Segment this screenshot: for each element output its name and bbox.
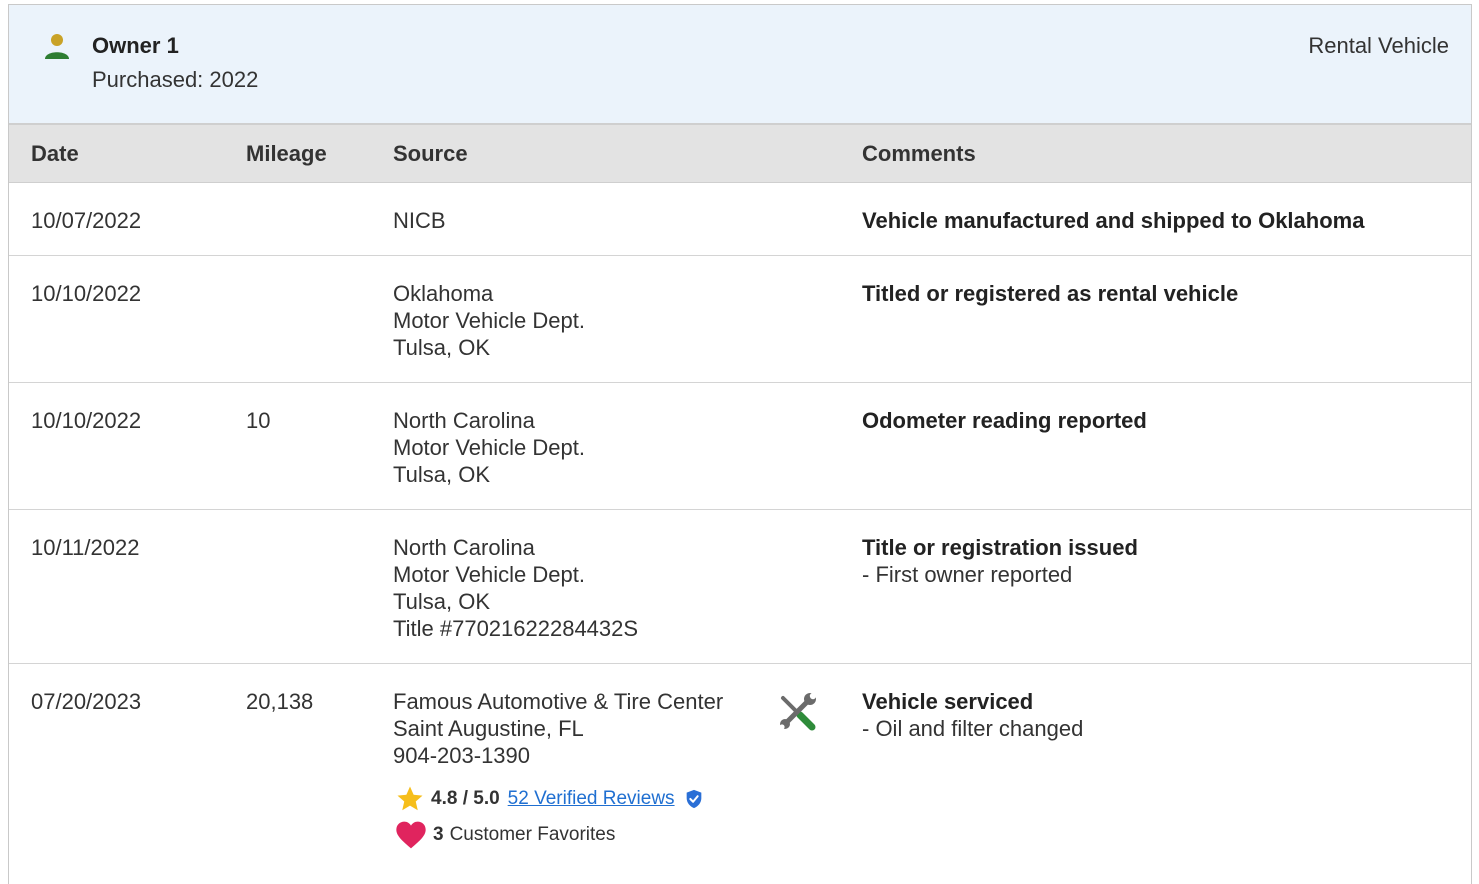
person-icon: [45, 34, 69, 59]
comment-title: Vehicle manufactured and shipped to Okla…: [862, 208, 1365, 233]
cell-comments: Vehicle manufactured and shipped to Okla…: [862, 207, 1364, 234]
source-line: North Carolina: [393, 408, 535, 433]
source-line: North Carolina: [393, 535, 535, 560]
table-row: 10/10/2022 Oklahoma Motor Vehicle Dept. …: [9, 256, 1471, 383]
cell-comments: Title or registration issued - First own…: [862, 534, 1138, 588]
source-line: Title #77021622284432S: [393, 616, 639, 641]
cell-mileage: 10: [246, 408, 271, 433]
favorites-count: 3: [433, 824, 444, 845]
comment-detail: - Oil and filter changed: [862, 716, 1084, 741]
source-line: Tulsa, OK: [393, 462, 490, 487]
comment-detail: - First owner reported: [862, 562, 1073, 587]
source-line: Motor Vehicle Dept.: [393, 435, 585, 460]
source-line: Tulsa, OK: [393, 335, 490, 360]
cell-source: NICB: [393, 207, 446, 234]
rating-value: 4.8 / 5.0: [431, 788, 500, 809]
table-row: 10/07/2022 NICB Vehicle manufactured and…: [9, 183, 1471, 256]
shop-rating: 4.8 / 5.0 52 Verified Reviews: [395, 784, 705, 814]
customer-favorites: 3 Customer Favorites: [395, 820, 615, 850]
cell-mileage: 20,138: [246, 689, 314, 714]
cell-comments: Vehicle serviced - Oil and filter change…: [862, 688, 1083, 742]
column-header-source: Source: [393, 141, 468, 166]
cell-comments: Titled or registered as rental vehicle: [862, 280, 1238, 307]
comment-title: Odometer reading reported: [862, 408, 1147, 433]
cell-date: 10/10/2022: [31, 281, 142, 306]
table-header: Date Mileage Source Comments: [9, 125, 1471, 183]
cell-date: 10/07/2022: [31, 208, 142, 233]
cell-date: 10/10/2022: [31, 408, 142, 433]
comment-title: Vehicle serviced: [862, 689, 1034, 714]
table-row: 07/20/2023 20,138 Famous Automotive & Ti…: [9, 664, 1471, 884]
source-line: Motor Vehicle Dept.: [393, 308, 585, 333]
cell-date: 07/20/2023: [31, 689, 142, 714]
column-header-mileage: Mileage: [246, 141, 327, 166]
verified-reviews-link[interactable]: 52 Verified Reviews: [508, 788, 675, 810]
source-line: NICB: [393, 208, 446, 233]
owner-history-card: Owner 1 Purchased: 2022 Rental Vehicle D…: [8, 4, 1472, 884]
cell-source: Oklahoma Motor Vehicle Dept. Tulsa, OK: [393, 280, 585, 361]
table-row: 10/10/2022 10 North Carolina Motor Vehic…: [9, 383, 1471, 510]
favorites-label: Customer Favorites: [449, 824, 616, 845]
comment-title: Titled or registered as rental vehicle: [862, 281, 1239, 306]
column-header-date: Date: [31, 141, 79, 166]
source-line: Motor Vehicle Dept.: [393, 562, 585, 587]
cell-source: North Carolina Motor Vehicle Dept. Tulsa…: [393, 534, 638, 642]
source-line: Famous Automotive & Tire Center: [393, 689, 724, 714]
owner-header: Owner 1 Purchased: 2022 Rental Vehicle: [9, 5, 1471, 125]
heart-icon: [396, 821, 426, 849]
cell-date: 10/11/2022: [31, 535, 140, 560]
vehicle-type: Rental Vehicle: [1308, 33, 1449, 58]
wrench-screwdriver-icon: [779, 692, 817, 731]
source-line: 904-203-1390: [393, 743, 531, 768]
star-icon: [397, 786, 423, 811]
owner-title: Owner 1: [92, 33, 179, 58]
source-line: Saint Augustine, FL: [393, 716, 584, 741]
cell-source: Famous Automotive & Tire Center Saint Au…: [393, 688, 723, 769]
source-line: Oklahoma: [393, 281, 494, 306]
table-row: 10/11/2022 North Carolina Motor Vehicle …: [9, 510, 1471, 664]
cell-source: North Carolina Motor Vehicle Dept. Tulsa…: [393, 407, 585, 488]
verified-shield-icon: [686, 789, 701, 809]
column-header-comments: Comments: [862, 141, 976, 166]
owner-purchased: Purchased: 2022: [92, 67, 259, 92]
cell-comments: Odometer reading reported: [862, 407, 1147, 434]
comment-title: Title or registration issued: [862, 535, 1138, 560]
source-line: Tulsa, OK: [393, 589, 490, 614]
